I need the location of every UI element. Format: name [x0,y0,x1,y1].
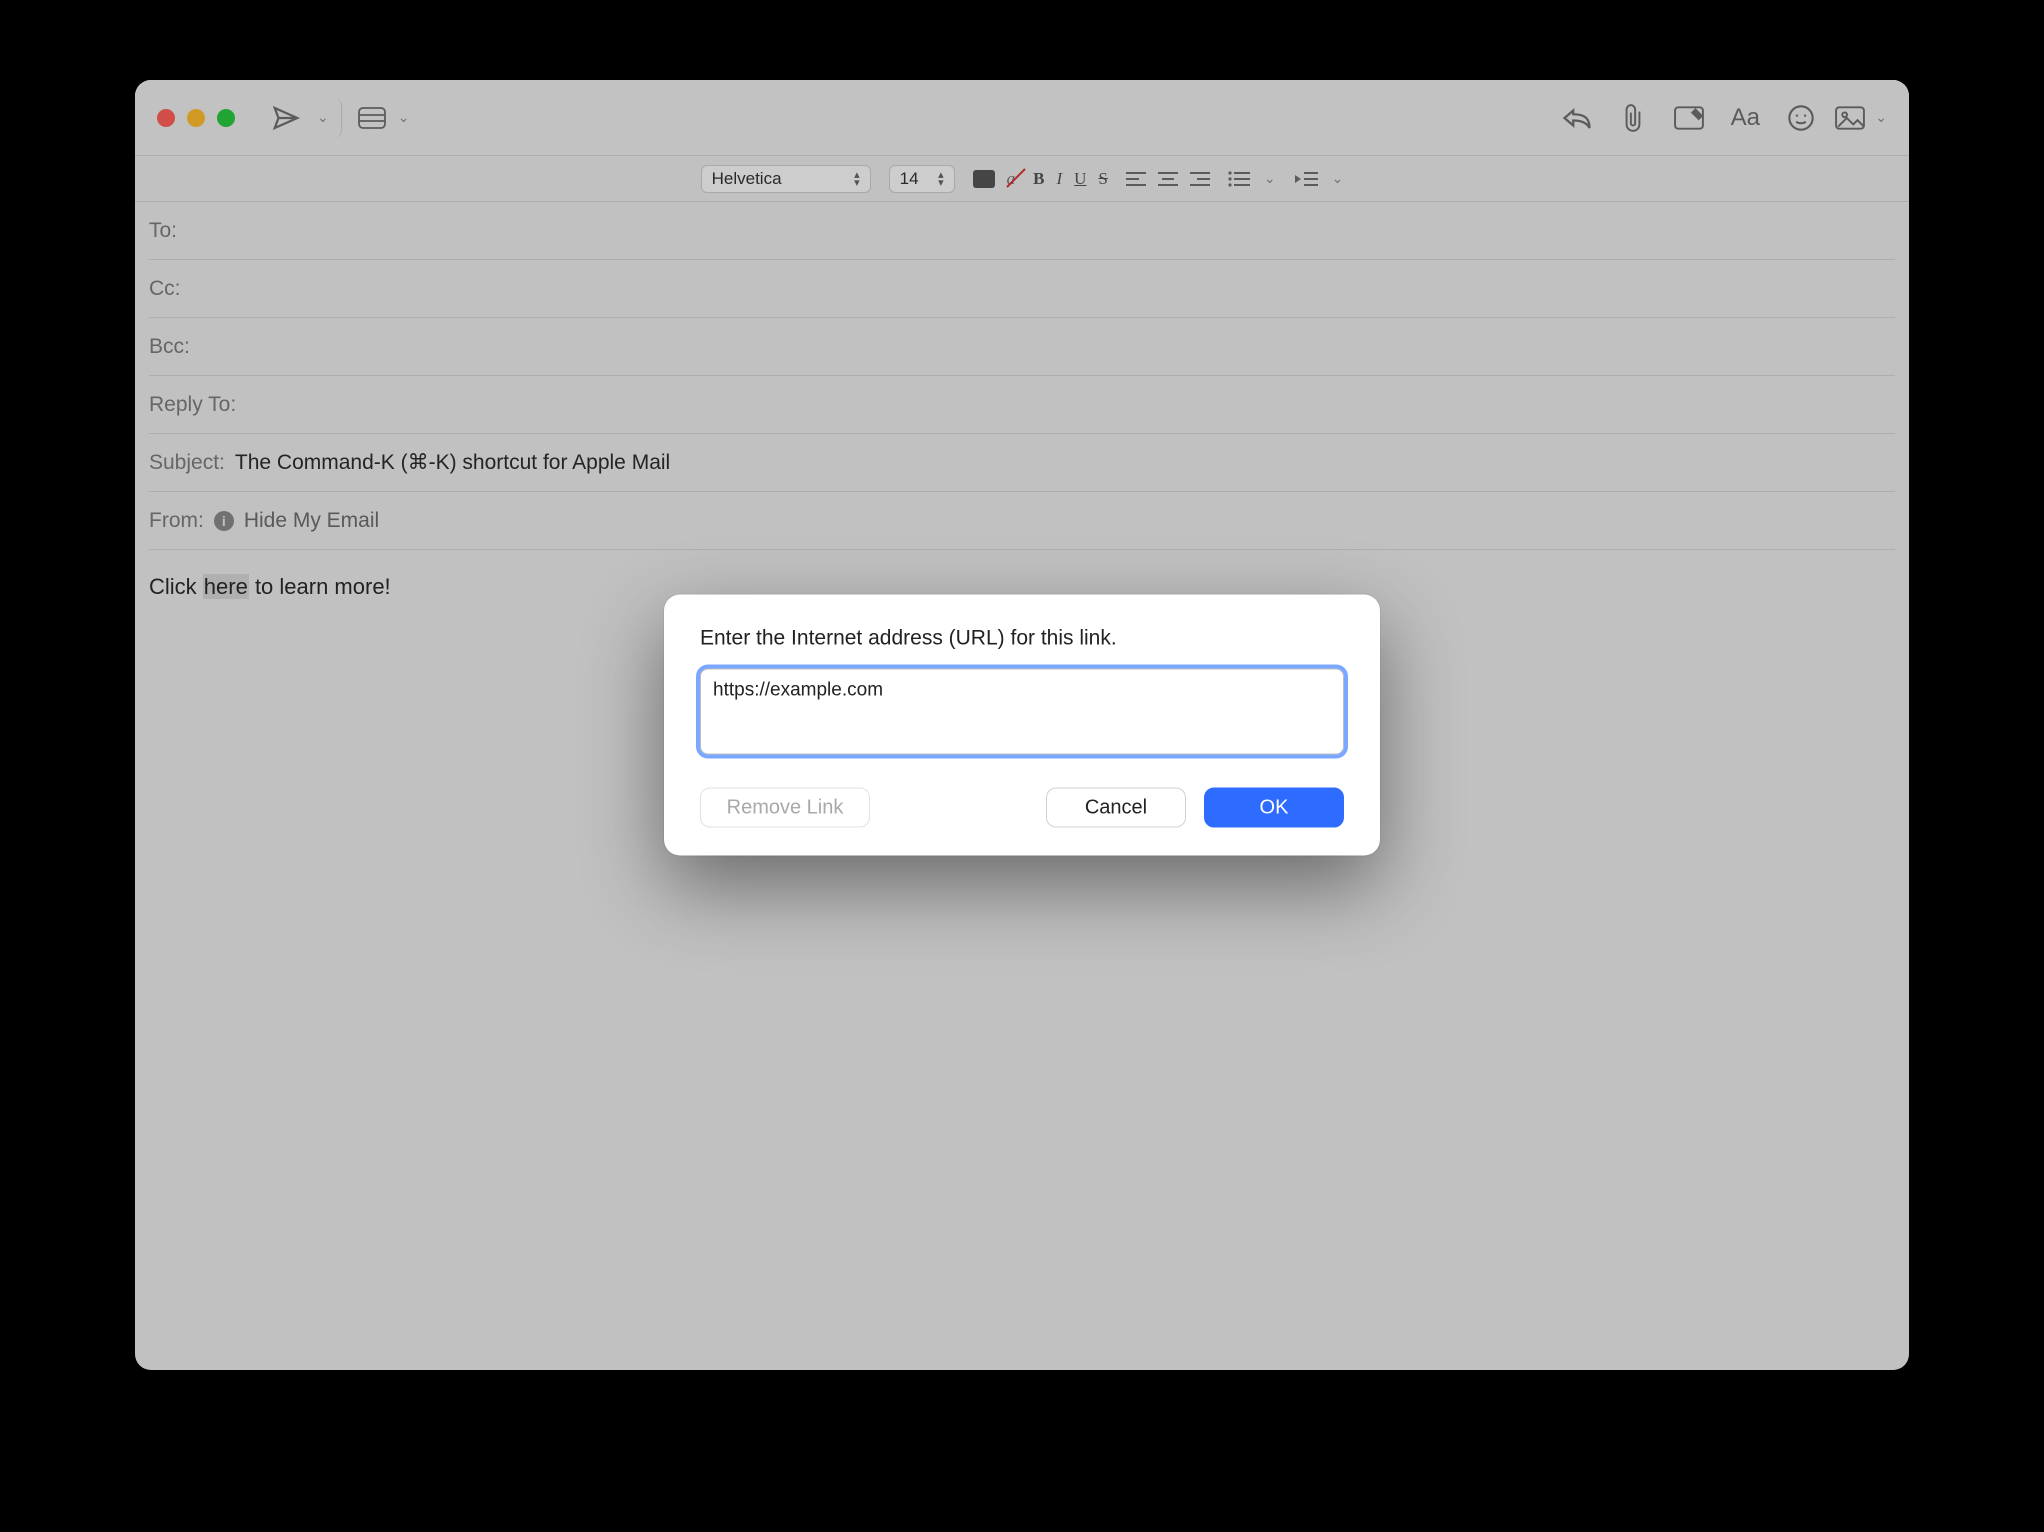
chevron-down-icon: ⌄ [317,109,329,126]
strikethrough-button[interactable]: S [1098,169,1107,189]
format-icon: Aa [1731,104,1760,132]
photo-browser-button[interactable]: ⌄ [1835,98,1887,138]
header-fields-button[interactable]: ⌄ [358,98,410,138]
paperclip-icon [1620,103,1646,133]
reply-to-label: Reply To: [149,393,236,417]
reply-button[interactable] [1555,98,1599,138]
format-bar: Helvetica ▴▾ 14 ▴▾ a B I U S [135,156,1909,202]
emoji-button[interactable] [1779,98,1823,138]
dialog-prompt: Enter the Internet address (URL) for thi… [700,627,1344,651]
cc-field[interactable]: Cc: [149,260,1895,318]
chevron-down-icon: ⌄ [1875,109,1887,126]
titlebar: ⌄ ⌄ Aa [135,80,1909,156]
url-input[interactable] [700,669,1344,755]
font-family-value: Helvetica [712,169,782,189]
body-text-pre: Click [149,574,203,599]
dialog-buttons: Remove Link Cancel OK [700,788,1344,828]
list-style-button[interactable]: ⌄ [1228,170,1276,187]
header-fields-icon [358,107,386,129]
markup-icon [1674,105,1704,131]
traffic-lights [157,109,235,127]
to-field[interactable]: To: [149,202,1895,260]
chevron-down-icon: ⌄ [398,109,410,126]
close-window-button[interactable] [157,109,175,127]
body-selection: here [203,574,249,599]
ok-button[interactable]: OK [1204,788,1344,828]
align-left-button[interactable] [1126,171,1146,187]
indent-icon [1294,171,1318,187]
stepper-icon: ▴▾ [854,171,860,187]
minimize-window-button[interactable] [187,109,205,127]
bcc-label: Bcc: [149,335,190,359]
cc-label: Cc: [149,277,181,301]
message-headers: To: Cc: Bcc: Reply To: Subject: The Comm… [135,202,1909,550]
remove-link-button[interactable]: Remove Link [700,788,870,828]
subject-value: The Command-K (⌘-K) shortcut for Apple M… [235,450,670,475]
align-right-button[interactable] [1190,171,1210,187]
from-value: Hide My Email [244,509,379,533]
attach-button[interactable] [1611,98,1655,138]
info-icon: i [214,511,234,531]
subject-label: Subject: [149,451,225,475]
cancel-button[interactable]: Cancel [1046,788,1186,828]
stepper-icon: ▴▾ [938,171,944,187]
text-color-button[interactable] [973,170,995,188]
align-center-button[interactable] [1158,171,1178,187]
compose-window: ⌄ ⌄ Aa [135,80,1909,1370]
photo-icon [1835,106,1865,130]
add-link-dialog: Enter the Internet address (URL) for thi… [664,595,1380,856]
markup-button[interactable] [1667,98,1711,138]
italic-button[interactable]: I [1056,169,1062,189]
emoji-icon [1787,104,1815,132]
indent-button[interactable]: ⌄ [1294,170,1344,187]
chevron-down-icon: ⌄ [1264,170,1276,187]
send-icon [271,103,301,133]
body-text-post: to learn more! [249,574,391,599]
bcc-field[interactable]: Bcc: [149,318,1895,376]
strike-line-icon [1005,167,1027,189]
list-icon [1228,171,1250,187]
font-size-value: 14 [900,169,919,189]
send-button[interactable]: ⌄ [271,98,342,138]
from-label: From: [149,509,204,533]
font-family-select[interactable]: Helvetica ▴▾ [701,165,871,193]
highlight-color-button[interactable]: a [1007,169,1016,189]
to-label: To: [149,219,177,243]
format-button[interactable]: Aa [1723,98,1767,138]
chevron-down-icon: ⌄ [1332,170,1344,187]
bold-button[interactable]: B [1033,169,1044,189]
font-size-select[interactable]: 14 ▴▾ [889,165,955,193]
zoom-window-button[interactable] [217,109,235,127]
reply-to-field[interactable]: Reply To: [149,376,1895,434]
underline-button[interactable]: U [1074,169,1086,189]
from-field[interactable]: From: i Hide My Email [149,492,1895,550]
subject-field[interactable]: Subject: The Command-K (⌘-K) shortcut fo… [149,434,1895,492]
reply-icon [1562,105,1592,131]
